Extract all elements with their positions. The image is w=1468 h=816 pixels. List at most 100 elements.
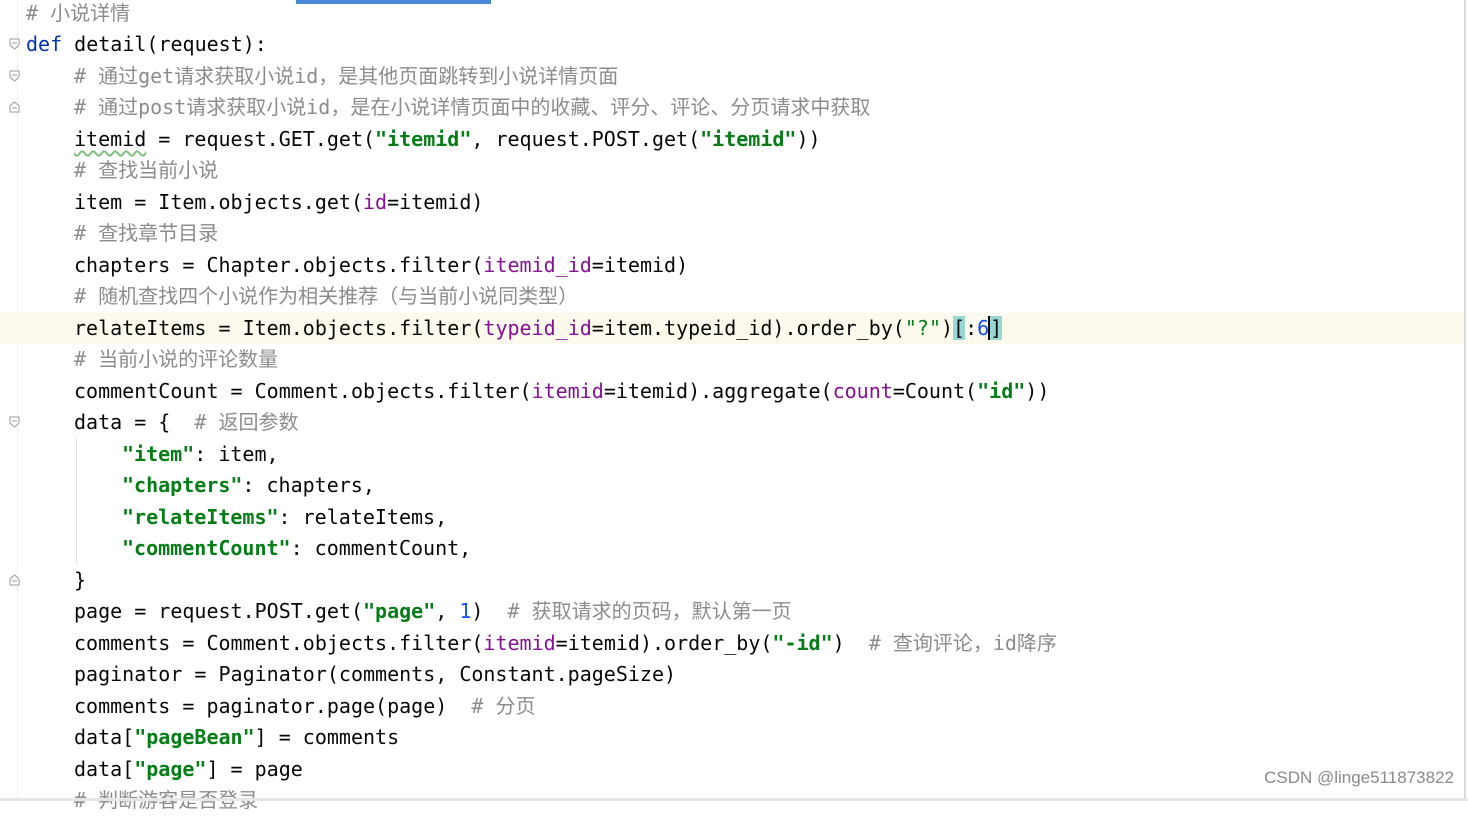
line-content: "relateItems": relateItems, [122,502,447,533]
code-line[interactable]: data = { # 返回参数 [0,407,1466,438]
line-content: itemid = request.GET.get("itemid", reque… [74,124,821,155]
code-editor[interactable]: # 小说详情 def detail(request): # 通过get请求获取小… [0,0,1468,812]
line-content: # 通过post请求获取小说id，是在小说详情页面中的收藏、评分、评论、分页请求… [74,92,870,123]
code-token: # 随机查找四个小说作为相关推荐（与当前小说同类型） [74,284,579,308]
code-token: itemid [483,631,556,655]
code-line[interactable]: item = Item.objects.get(id=itemid) [0,187,1466,218]
code-line[interactable]: # 当前小说的评论数量 [0,344,1466,375]
code-token: page = request.POST.get( [74,599,363,623]
code-token: def [26,32,63,56]
code-line[interactable]: } [0,565,1466,596]
code-token: : commentCount, [290,536,472,560]
code-line-current[interactable]: relateItems = Item.objects.filter(typeid… [0,313,1466,344]
line-content: paginator = Paginator(comments, Constant… [74,659,676,690]
code-line[interactable]: data["page"] = page [0,754,1466,785]
code-token: ] [990,316,1003,340]
line-content: data = { # 返回参数 [74,407,299,438]
line-content: "chapters": chapters, [122,470,375,501]
code-token: =itemid).order_by( [555,631,773,655]
code-token: : [965,316,978,340]
code-token: ] = comments [254,725,400,749]
code-line[interactable]: comments = paginator.page(page) # 分页 [0,691,1466,722]
line-content: comments = Comment.objects.filter(itemid… [74,628,1057,659]
code-token: data = { [74,410,195,434]
fold-start-icon[interactable] [9,70,20,82]
code-token: =itemid) [387,190,484,214]
code-token: # 查找章节目录 [74,221,219,245]
code-token: , [435,599,460,623]
fold-end-icon[interactable] [9,101,20,113]
code-line[interactable]: def detail(request): [0,29,1466,60]
code-token: "relateItems" [122,505,279,529]
code-token: "chapters" [122,473,243,497]
line-content: chapters = Chapter.objects.filter(itemid… [74,250,688,281]
code-token: "itemid" [375,127,472,151]
code-token: "pageBean" [134,725,255,749]
code-token: ] = page [206,757,303,781]
line-content: def detail(request): [26,29,267,60]
code-line[interactable]: # 通过post请求获取小说id，是在小说详情页面中的收藏、评分、评论、分页请求… [0,92,1466,123]
code-token: "-id" [772,631,833,655]
code-token: "id" [977,379,1026,403]
code-token: "page" [134,757,207,781]
code-line[interactable]: # 随机查找四个小说作为相关推荐（与当前小说同类型） [0,281,1466,312]
line-content: comments = paginator.page(page) # 分页 [74,691,535,722]
code-line[interactable]: page = request.POST.get("page", 1) # 获取请… [0,596,1466,627]
code-token: ) [940,316,954,340]
code-token: commentCount = Comment.objects.filter( [74,379,532,403]
line-content: "commentCount": commentCount, [122,533,471,564]
code-token: =Count( [892,379,978,403]
code-line[interactable]: "relateItems": relateItems, [0,502,1466,533]
code-token: chapters = Chapter.objects.filter( [74,253,484,277]
code-line[interactable]: # 查找章节目录 [0,218,1466,249]
line-content: # 查找当前小说 [74,155,218,186]
code-token: count [832,379,893,403]
code-token: "itemid" [700,127,797,151]
code-line[interactable]: # 查找当前小说 [0,155,1466,186]
code-line[interactable]: chapters = Chapter.objects.filter(itemid… [0,250,1466,281]
line-content: page = request.POST.get("page", 1) # 获取请… [74,596,792,627]
code-token: : relateItems, [278,505,448,529]
code-token: =itemid) [591,253,689,277]
code-token: # 当前小说的评论数量 [74,347,279,371]
line-content: } [74,565,86,596]
line-content: # 小说详情 [26,0,130,29]
code-token: 1 [459,599,472,623]
code-token: # 查询评论，id降序 [868,631,1057,655]
code-token: "commentCount" [122,536,291,560]
code-token: )) [796,127,821,151]
line-content: # 当前小说的评论数量 [74,344,278,375]
code-token: )) [1025,379,1050,403]
fold-start-icon[interactable] [9,38,20,50]
code-token: ) [832,631,869,655]
code-token: "?" [904,316,941,340]
code-token: # 通过post请求获取小说id，是在小说详情页面中的收藏、评分、评论、分页请求… [74,95,871,119]
code-token: relateItems = Item.objects.filter( [74,316,484,340]
code-token: id [362,190,388,214]
line-content: "item": item, [122,439,279,470]
code-token: item = Item.objects.get( [74,190,363,214]
code-token: detail(request): [62,32,267,56]
code-line[interactable]: itemid = request.GET.get("itemid", reque… [0,124,1466,155]
indent-guide [76,438,77,564]
code-token: [ [953,316,966,340]
code-token: data[ [74,725,135,749]
fold-end-icon[interactable] [9,574,20,586]
line-content: item = Item.objects.get(id=itemid) [74,187,483,218]
fold-start-icon[interactable] [9,416,20,428]
code-token: , request.POST.get( [471,127,701,151]
code-token: itemid_id [483,253,592,277]
code-token: : chapters, [242,473,375,497]
code-line[interactable]: data["pageBean"] = comments [0,722,1466,753]
code-line[interactable]: paginator = Paginator(comments, Constant… [0,659,1466,690]
code-token: =item.typeid_id).order_by( [591,316,905,340]
line-content: data["page"] = page [74,754,303,785]
code-line[interactable]: # 通过get请求获取小说id，是其他页面跳转到小说详情页面 [0,61,1466,92]
code-line[interactable]: # 小说详情 [0,0,1466,29]
code-line[interactable]: "chapters": chapters, [0,470,1466,501]
code-line[interactable]: comments = Comment.objects.filter(itemid… [0,628,1466,659]
code-token: # 小说详情 [26,1,131,25]
code-line[interactable]: commentCount = Comment.objects.filter(it… [0,376,1466,407]
code-line[interactable]: "commentCount": commentCount, [0,533,1466,564]
code-line[interactable]: "item": item, [0,439,1466,470]
